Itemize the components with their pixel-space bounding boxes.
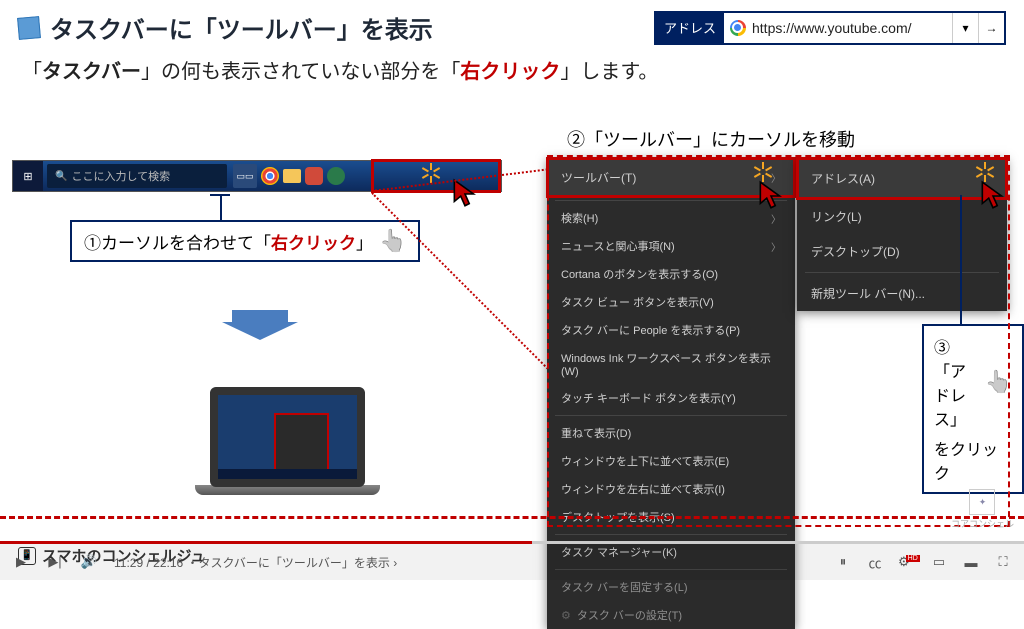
- taskbar-search[interactable]: ここに入力して検索: [47, 164, 227, 188]
- volume-button[interactable]: 🔊: [80, 554, 98, 570]
- click-burst-icon: [421, 163, 441, 183]
- address-dropdown[interactable]: ▾: [952, 13, 978, 43]
- click-burst-icon: [975, 162, 995, 182]
- app-icon-2[interactable]: [327, 167, 345, 185]
- down-arrow-icon: [220, 310, 300, 340]
- watermark-icon: ✦: [969, 489, 995, 515]
- chrome-favicon-icon: [730, 20, 746, 36]
- video-controls: ▶ ▶| 🔊 11:29 / 22:16 ・タスクバーに「ツールバー」を表示 ›…: [0, 544, 1024, 580]
- ctx-item-cascade[interactable]: 重ねて表示(D): [547, 419, 795, 447]
- tap-hand-icon: 👆: [379, 228, 406, 254]
- play-button[interactable]: ▶: [12, 554, 30, 570]
- sub-item-new[interactable]: 新規ツール バー(N)...: [797, 276, 1007, 311]
- sub-item-link[interactable]: リンク(L): [797, 199, 1007, 234]
- theater-button[interactable]: ▬: [962, 555, 980, 570]
- ctx-item-touch[interactable]: タッチ キーボード ボタンを表示(Y): [547, 384, 795, 412]
- step-2-label: ②「ツールバー」にカーソルを移動: [555, 120, 867, 158]
- connector: [220, 194, 222, 222]
- ctx-item-cortana[interactable]: Cortana のボタンを表示する(O): [547, 260, 795, 288]
- ctx-item-people[interactable]: タスク バーに People を表示する(P): [547, 316, 795, 344]
- step-3-label: ③「アドレス」 👆 をクリック: [922, 324, 1024, 494]
- address-label: アドレス: [656, 13, 724, 43]
- fullscreen-button[interactable]: ⛶: [994, 554, 1012, 570]
- ctx-item-news[interactable]: ニュースと関心事項(N)〉: [547, 232, 795, 260]
- connector: [960, 195, 962, 325]
- miniplayer-button[interactable]: ▭: [930, 554, 948, 570]
- start-button-icon[interactable]: ⊞: [13, 161, 43, 191]
- ctx-item-settings[interactable]: ⚙タスク バーの設定(T): [547, 601, 795, 629]
- address-go-button[interactable]: →: [978, 13, 1004, 43]
- taskview-icon[interactable]: ▭▭: [233, 164, 257, 188]
- step-1-label: ①カーソルを合わせて「右クリック」 👆: [70, 220, 420, 262]
- section-divider: [0, 516, 1024, 519]
- connector: [210, 194, 230, 196]
- click-burst-icon: [753, 162, 773, 182]
- windows-taskbar: ⊞ ここに入力して検索 ▭▭: [12, 160, 502, 192]
- address-url[interactable]: https://www.youtube.com/: [752, 20, 952, 36]
- chrome-taskbar-icon[interactable]: [261, 167, 279, 185]
- sub-item-desktop[interactable]: デスクトップ(D): [797, 234, 1007, 269]
- app-icon[interactable]: [305, 167, 323, 185]
- ctx-item-stack-h[interactable]: ウィンドウを左右に並べて表示(I): [547, 475, 795, 503]
- settings-button[interactable]: ⚙HD: [898, 554, 916, 570]
- address-toolbar-sample: アドレス https://www.youtube.com/ ▾ →: [654, 11, 1006, 45]
- watermark: ✦ コアコンシェル: [951, 489, 1014, 530]
- ctx-item-taskview[interactable]: タスク ビュー ボタンを表示(V): [547, 288, 795, 316]
- instruction-text: 「タスクバー」の何も表示されていない部分を「右クリック」します。: [0, 51, 1024, 94]
- autoplay-toggle[interactable]: ⏸: [834, 554, 852, 570]
- laptop-illustration: [195, 387, 380, 495]
- captions-button[interactable]: ㏄: [866, 553, 884, 572]
- video-time: 11:29 / 22:16 ・タスクバーに「ツールバー」を表示 ›: [114, 554, 397, 571]
- slide-bullet-icon: [17, 16, 41, 40]
- gear-icon: ⚙: [561, 610, 571, 622]
- explorer-icon[interactable]: [283, 169, 301, 183]
- next-button[interactable]: ▶|: [46, 554, 64, 570]
- ctx-item-stack-v[interactable]: ウィンドウを上下に並べて表示(E): [547, 447, 795, 475]
- ctx-item-ink[interactable]: Windows Ink ワークスペース ボタンを表示(W): [547, 344, 795, 384]
- slide-title: タスクバーに「ツールバー」を表示: [50, 10, 433, 45]
- tap-hand-icon: 👆: [985, 369, 1012, 395]
